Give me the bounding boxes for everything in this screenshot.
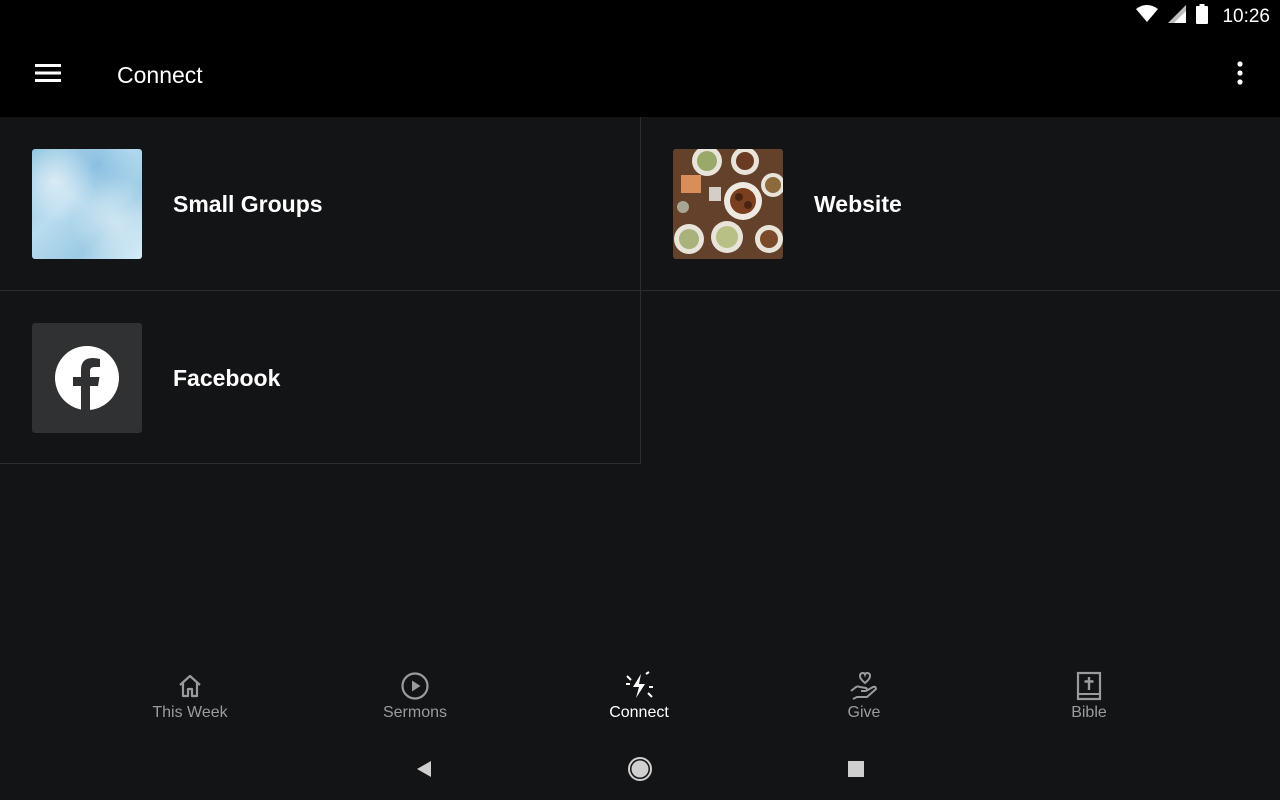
status-time: 10:26 [1222,5,1270,27]
facebook-logo [32,323,142,433]
nav-label: Give [847,704,881,721]
play-circle-icon [400,670,430,702]
nav-sermons[interactable]: Sermons [335,670,495,732]
recents-square-icon [848,760,864,782]
card-website[interactable]: Website [641,117,1280,290]
bottom-nav: This Week Sermons Connect Give Bible [0,660,1280,740]
card-small-groups[interactable]: Small Groups [0,117,640,290]
nav-give[interactable]: Give [784,670,944,732]
card-label: Small Groups [173,191,323,217]
status-icons: 10:26 [1136,0,1270,33]
nav-label: Sermons [382,704,448,721]
nav-label: Connect [609,704,669,721]
home-button[interactable] [623,754,657,788]
cell-signal-icon [1168,5,1187,28]
system-nav [0,740,1280,800]
sky-texture-image [32,149,142,259]
status-bar: 10:26 [0,0,1280,33]
nav-label: This Week [152,704,228,721]
facebook-icon [55,346,119,411]
divider [0,463,641,464]
recents-button[interactable] [839,754,873,788]
hand-heart-icon [849,670,879,702]
menu-button[interactable] [22,53,74,97]
back-button[interactable] [407,754,441,788]
card-label: Facebook [173,365,281,391]
home-icon [177,670,203,702]
divider [640,117,641,464]
overflow-menu-button[interactable] [1220,53,1260,97]
nav-this-week[interactable]: This Week [110,670,270,732]
card-facebook[interactable]: Facebook [0,291,640,464]
nav-bible[interactable]: Bible [1009,670,1169,732]
connect-bolt-icon [624,670,654,702]
bible-icon [1076,670,1102,702]
page-title: Connect [117,62,203,88]
nav-connect[interactable]: Connect [559,670,719,732]
card-label: Website [814,191,902,217]
back-icon [415,760,433,783]
wifi-icon [1136,5,1159,28]
home-circle-icon [627,756,653,787]
more-vert-icon [1237,60,1243,90]
food-table-image [673,149,783,259]
battery-icon [1196,4,1209,29]
app-bar: Connect [0,33,1280,117]
hamburger-menu-icon [35,63,61,88]
nav-label: Bible [1071,704,1107,721]
